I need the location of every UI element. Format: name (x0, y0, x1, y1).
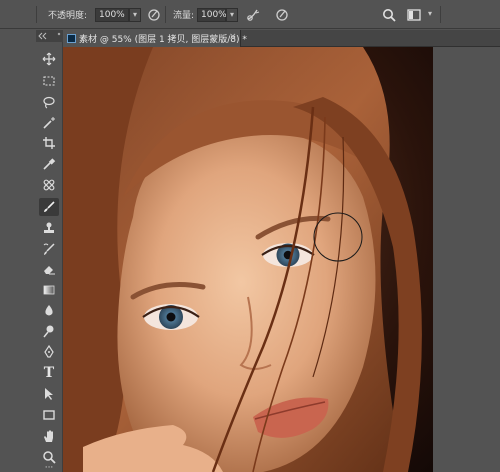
stamp-tool[interactable] (39, 219, 59, 237)
blur-icon (45, 305, 53, 316)
tools-panel: T ··· (36, 30, 63, 472)
blur-tool[interactable] (39, 302, 59, 320)
portrait-photo (63, 47, 433, 472)
opacity-label: 不透明度: (48, 10, 88, 21)
document-tab-bar: 素材 @ 55% (图层 1 拷贝, 图层蒙版/8) * × (63, 30, 500, 47)
dodge-icon (43, 325, 54, 338)
flow-field[interactable]: 100% (197, 8, 227, 22)
path-select-icon (45, 388, 53, 400)
gradient-icon (43, 285, 55, 295)
pen-icon (44, 345, 54, 358)
shape-tool[interactable] (39, 406, 59, 424)
document-tab[interactable]: 素材 @ 55% (图层 1 拷贝, 图层蒙版/8) * × (63, 30, 247, 47)
stamp-icon (44, 222, 54, 233)
healing-tool[interactable] (39, 176, 59, 194)
type-icon: T (43, 365, 55, 381)
magic-wand-tool[interactable] (39, 114, 59, 132)
crop-tool[interactable] (39, 134, 59, 152)
eyedropper-icon (43, 158, 56, 170)
psd-file-icon (67, 34, 76, 43)
history-brush-icon (43, 243, 55, 255)
flow-label: 流量: (173, 10, 195, 21)
brush-tool[interactable] (39, 198, 59, 216)
opacity-dropdown-arrow[interactable]: ▾ (129, 8, 141, 22)
dodge-tool[interactable] (39, 322, 59, 340)
workspace-icon[interactable] (406, 7, 422, 23)
type-tool[interactable]: T (39, 364, 59, 382)
separator (165, 6, 166, 23)
tools-panel-header[interactable] (36, 30, 63, 42)
document-canvas[interactable] (63, 47, 433, 472)
collapse-arrows-icon[interactable] (36, 30, 63, 42)
brush-icon (44, 201, 55, 212)
healing-icon (43, 179, 55, 191)
hand-icon (44, 430, 53, 442)
left-panel-gap (0, 30, 36, 472)
path-select-tool[interactable] (39, 385, 59, 403)
pressure-size-icon[interactable] (274, 7, 290, 23)
gradient-tool[interactable] (39, 281, 59, 299)
magic-wand-icon (43, 117, 55, 129)
workspace-dropdown-arrow[interactable]: ▾ (424, 8, 436, 22)
move-icon (42, 52, 56, 66)
lasso-icon (43, 96, 55, 109)
pressure-opacity-icon[interactable] (146, 7, 162, 23)
airbrush-icon[interactable] (245, 7, 261, 23)
flow-dropdown-arrow[interactable]: ▾ (226, 8, 238, 22)
eyedropper-tool[interactable] (39, 155, 59, 173)
rect-marquee-icon (43, 76, 55, 86)
eraser-icon (44, 266, 55, 275)
separator (36, 6, 37, 23)
more-tools[interactable]: ··· (39, 464, 59, 472)
crop-icon (43, 137, 55, 149)
marquee-tool[interactable] (39, 72, 59, 90)
search-icon[interactable] (381, 7, 397, 23)
ellipsis-icon: ··· (44, 464, 54, 472)
hand-tool[interactable] (39, 427, 59, 445)
eraser-tool[interactable] (39, 260, 59, 278)
right-panel-gap (433, 47, 500, 472)
opacity-field[interactable]: 100% (95, 8, 129, 22)
document-title: 素材 @ 55% (图层 1 拷贝, 图层蒙版/8) * (79, 35, 247, 45)
separator (440, 6, 441, 23)
rectangle-icon (43, 410, 55, 420)
lasso-tool[interactable] (39, 93, 59, 111)
tab-close-button[interactable]: × (229, 32, 237, 42)
options-bar: 不透明度: 100% ▾ 流量: 100% ▾ ▾ (0, 0, 500, 29)
pen-tool[interactable] (39, 343, 59, 361)
move-tool[interactable] (39, 50, 59, 68)
zoom-icon (43, 451, 56, 464)
history-brush-tool[interactable] (39, 240, 59, 258)
